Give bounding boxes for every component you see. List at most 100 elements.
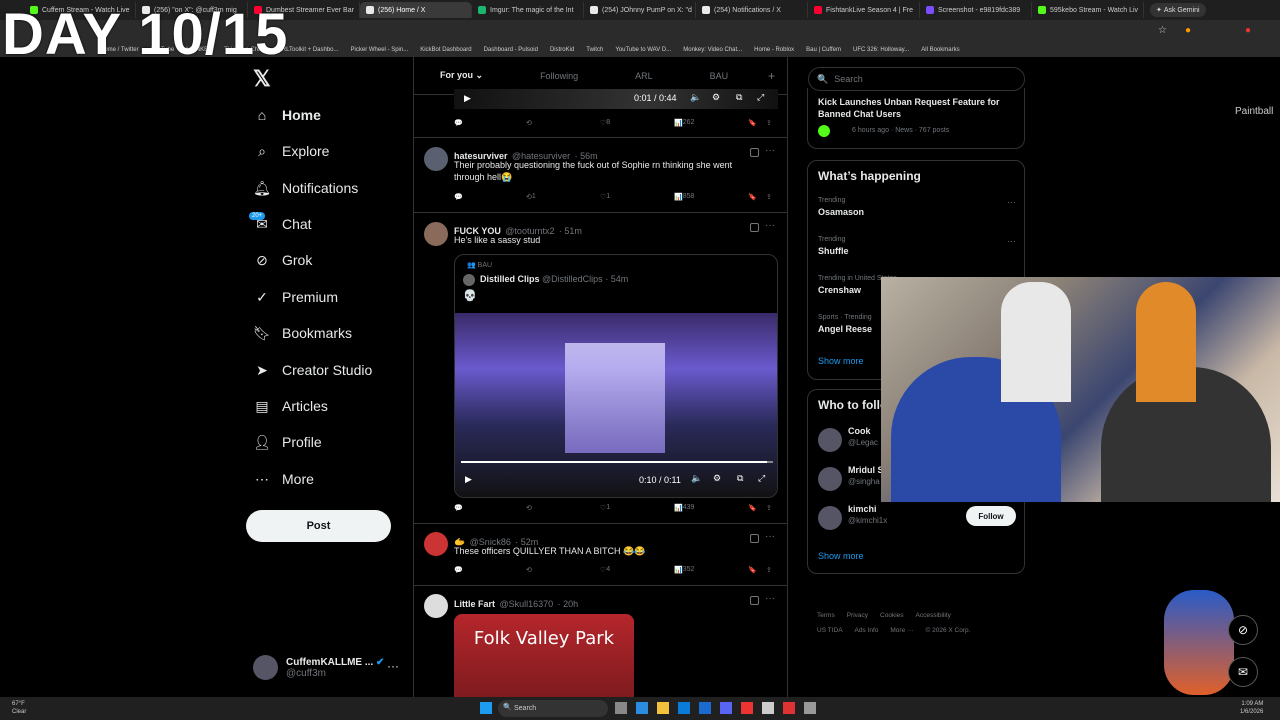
- add-tab-icon[interactable]: +: [768, 69, 775, 83]
- bookmark-icon[interactable]: 🔖: [748, 504, 757, 512]
- browser-tab[interactable]: (256) Home / X: [360, 2, 472, 18]
- nav-grok[interactable]: ⊘ Grok: [252, 246, 312, 274]
- repost-icon[interactable]: ⟲: [526, 566, 532, 574]
- nav-home[interactable]: ⌂ Home: [252, 101, 321, 129]
- tab-for-you[interactable]: For you ⌄: [440, 70, 483, 81]
- like-button[interactable]: ♡ 8: [600, 119, 610, 127]
- views-button[interactable]: 📊 352: [674, 566, 694, 574]
- footer-link[interactable]: Cookies: [880, 612, 903, 619]
- footer-link[interactable]: Accessibility: [916, 612, 951, 619]
- bookmark-icon[interactable]: 🔖: [748, 193, 757, 201]
- browser-tab[interactable]: 595kebo Stream - Watch Liv: [1032, 2, 1144, 18]
- grok-icon[interactable]: [750, 148, 759, 157]
- play-icon[interactable]: ▶: [465, 474, 472, 485]
- nav-bookmarks[interactable]: 🔖︎ Bookmarks: [252, 319, 352, 347]
- browser-tab[interactable]: Screenshot - e9819fdc389: [920, 2, 1032, 18]
- bookmark-item[interactable]: YouTube to WAV D...: [615, 47, 671, 53]
- video-player[interactable]: ▶ 0:01 / 0:44 🔈 ⚙ ⧉ ⤢: [454, 89, 778, 109]
- reply-icon[interactable]: 💬: [454, 119, 463, 127]
- more-icon[interactable]: ···: [765, 531, 775, 542]
- volume-icon[interactable]: 🔈: [691, 473, 702, 484]
- start-icon[interactable]: [480, 702, 492, 714]
- bookmark-item[interactable]: Twitch: [586, 47, 603, 53]
- settings-icon[interactable]: ⚙: [713, 473, 721, 484]
- bookmark-item[interactable]: Home - Roblox: [754, 47, 794, 53]
- reply-icon[interactable]: 💬: [454, 504, 463, 512]
- video-progress-bar[interactable]: [461, 461, 773, 463]
- app-icon[interactable]: [615, 702, 627, 714]
- browser-tab[interactable]: FishtankLive Season 4 | Fre: [808, 2, 920, 18]
- post-author-handle[interactable]: @Skull16370: [499, 599, 553, 609]
- app-icon[interactable]: [699, 702, 711, 714]
- footer-link[interactable]: © 2026 X Corp.: [926, 627, 971, 634]
- extensions-icon[interactable]: ●: [1185, 25, 1191, 36]
- more-icon[interactable]: ···: [765, 593, 775, 604]
- browser-tab[interactable]: (254) Notifications / X: [696, 2, 808, 18]
- browser-tab[interactable]: Imgur: The magic of the Int: [472, 2, 584, 18]
- profile-icon[interactable]: ●: [1245, 25, 1251, 36]
- reply-icon[interactable]: 💬: [454, 193, 463, 201]
- tab-following[interactable]: Following: [540, 71, 578, 81]
- bookmark-item[interactable]: Picker Wheel - Spin...: [351, 47, 409, 53]
- post-button[interactable]: Post: [246, 510, 391, 542]
- nav-premium[interactable]: ✓ Premium: [252, 283, 338, 311]
- app-icon[interactable]: [678, 702, 690, 714]
- footer-link[interactable]: Terms: [817, 612, 835, 619]
- bookmark-item[interactable]: Monkey: Video Chat...: [683, 47, 742, 53]
- pip-icon[interactable]: ⧉: [737, 473, 743, 484]
- news-card[interactable]: Kick Launches Unban Request Feature for …: [807, 88, 1025, 149]
- like-button[interactable]: ♡ 1: [600, 193, 610, 201]
- avatar[interactable]: [424, 222, 448, 246]
- more-icon[interactable]: ···: [1007, 236, 1016, 246]
- fullscreen-icon[interactable]: ⤢: [758, 473, 765, 484]
- nav-creator-studio[interactable]: ➤ Creator Studio: [252, 356, 372, 384]
- bookmark-item[interactable]: KickBot Dashboard: [420, 47, 471, 53]
- views-button[interactable]: 📊 439: [674, 504, 694, 512]
- post-media-image[interactable]: Folk Valley Park: [454, 614, 634, 697]
- grok-icon[interactable]: [750, 596, 759, 605]
- like-button[interactable]: ♡ 1: [600, 504, 610, 512]
- x-logo-icon[interactable]: 𝕏: [253, 66, 271, 92]
- more-icon[interactable]: ···: [387, 659, 399, 673]
- repost-icon[interactable]: ⟲: [526, 504, 532, 512]
- bookmark-item[interactable]: UFC 326: Holloway...: [853, 47, 909, 53]
- share-icon[interactable]: ⇪: [766, 119, 772, 127]
- grok-float-button[interactable]: ⊘: [1228, 615, 1258, 645]
- app-icon[interactable]: [762, 702, 774, 714]
- show-more-link[interactable]: Show more: [818, 356, 864, 366]
- reply-icon[interactable]: 💬: [454, 566, 463, 574]
- weather-widget[interactable]: 67°F Clear: [12, 700, 26, 716]
- bookmark-item[interactable]: Dashboard - Pulsoid: [484, 47, 538, 53]
- account-switcher[interactable]: CuffemKALLME ... ✔ @cuff3m ···: [253, 655, 399, 680]
- footer-link[interactable]: US TIDA: [817, 627, 843, 634]
- bookmark-item[interactable]: Bau | Cuffem: [806, 47, 841, 53]
- ask-gemini-button[interactable]: ✦ Ask Gemini: [1150, 3, 1206, 17]
- volume-icon[interactable]: 🔈: [690, 92, 701, 103]
- views-button[interactable]: 📊 262: [674, 119, 694, 127]
- more-icon[interactable]: ···: [1007, 197, 1016, 207]
- tab-bau[interactable]: BAU: [710, 71, 729, 81]
- bookmark-item[interactable]: IRLToolkit + Dashbo...: [280, 47, 338, 53]
- messages-float-button[interactable]: ✉: [1228, 657, 1258, 687]
- settings-icon[interactable]: ⚙: [712, 92, 720, 103]
- grok-icon[interactable]: [750, 534, 759, 543]
- post-time[interactable]: · 20h: [558, 599, 579, 609]
- more-icon[interactable]: ···: [765, 145, 775, 156]
- bookmark-item[interactable]: All Bookmarks: [921, 47, 959, 53]
- community-label[interactable]: 👥 BAU: [467, 261, 492, 269]
- share-icon[interactable]: ⇪: [766, 566, 772, 574]
- app-icon[interactable]: [720, 702, 732, 714]
- repost-icon[interactable]: ⟲: [526, 119, 532, 127]
- footer-link[interactable]: Privacy: [847, 612, 868, 619]
- like-button[interactable]: ♡ 4: [600, 566, 610, 574]
- avatar[interactable]: [424, 594, 448, 618]
- browser-tab[interactable]: (254) JOhnny PumP on X: "d: [584, 2, 696, 18]
- video-player[interactable]: ▶ 0:10 / 0:11 🔈 ⚙ ⧉ ⤢: [455, 313, 777, 497]
- trend-item[interactable]: Trending Shuffle ···: [818, 236, 1016, 256]
- share-icon[interactable]: ⇪: [766, 504, 772, 512]
- bookmark-icon[interactable]: 🔖: [748, 119, 757, 127]
- repost-button[interactable]: ⟲ 1: [526, 193, 536, 201]
- footer-link[interactable]: More ···: [890, 627, 913, 634]
- fullscreen-icon[interactable]: ⤢: [757, 92, 764, 103]
- app-icon[interactable]: [636, 702, 648, 714]
